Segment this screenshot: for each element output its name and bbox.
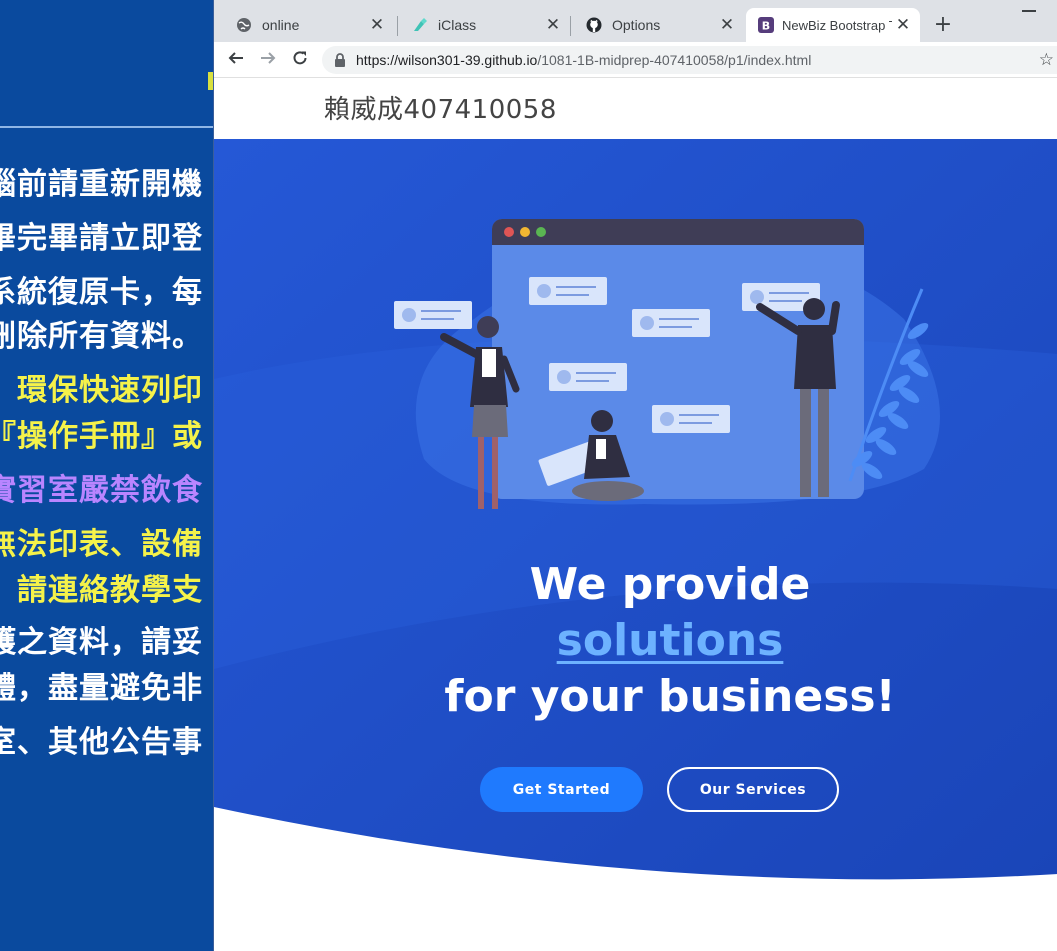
url-text: https://wilson301-39.github.io/1081-1B-m… bbox=[356, 52, 811, 68]
arrow-right-icon bbox=[259, 49, 277, 71]
close-icon[interactable]: ✕ bbox=[542, 15, 564, 35]
bookmark-star-icon[interactable]: ☆ bbox=[1039, 50, 1054, 70]
reload-button[interactable] bbox=[288, 48, 312, 72]
get-started-button[interactable]: Get Started bbox=[480, 767, 643, 812]
tab-newbiz[interactable]: B NewBiz Bootstrap T ✕ bbox=[746, 8, 920, 42]
page-owner-label: 賴威成407410058 bbox=[324, 95, 557, 125]
close-icon[interactable]: ✕ bbox=[366, 15, 388, 35]
hero-section: We provide solutions for your business! … bbox=[214, 139, 1057, 899]
hero-line-1: We provide bbox=[529, 559, 811, 610]
tab-title: Options bbox=[612, 17, 661, 33]
hero-illustration bbox=[394, 219, 940, 509]
web-page: 賴威成407410058 We provide solutions for yo… bbox=[214, 79, 1057, 951]
notice-line: 『操作手冊』或 bbox=[0, 419, 203, 454]
page-header: 賴威成407410058 bbox=[214, 79, 1057, 139]
globe-icon bbox=[236, 17, 252, 33]
iclass-icon bbox=[412, 17, 428, 33]
notice-line: 護之資料，請妥 bbox=[0, 625, 203, 660]
browser-window: online ✕ iClass ✕ Options ✕ B NewBiz Boo… bbox=[213, 0, 1057, 951]
github-icon bbox=[586, 17, 602, 33]
notice-line: 、環保快速列印 bbox=[0, 373, 203, 408]
tab-options[interactable]: Options ✕ bbox=[564, 8, 744, 42]
notice-line: 室、其他公告事 bbox=[0, 725, 203, 760]
notice-line: 無法印表、設備 bbox=[0, 527, 203, 562]
tab-title: NewBiz Bootstrap T bbox=[782, 17, 892, 33]
address-bar[interactable]: https://wilson301-39.github.io/1081-1B-m… bbox=[322, 46, 1057, 74]
desktop-notice-panel: 腦前請重新開機 畢完畢請立即登 系統復原卡，每 刪除所有資料。 、環保快速列印 … bbox=[0, 0, 213, 951]
back-button[interactable] bbox=[224, 48, 248, 72]
new-tab-button[interactable]: + bbox=[930, 12, 956, 38]
forward-button[interactable] bbox=[256, 48, 280, 72]
reload-icon bbox=[291, 49, 309, 71]
our-services-button[interactable]: Our Services bbox=[667, 767, 839, 812]
url-path: /1081-1B-midprep-407410058/p1/index.html bbox=[537, 52, 812, 68]
bootstrap-icon: B bbox=[758, 17, 774, 33]
close-icon[interactable]: ✕ bbox=[716, 15, 738, 35]
browser-toolbar: https://wilson301-39.github.io/1081-1B-m… bbox=[214, 42, 1057, 78]
notice-line: 系統復原卡，每 bbox=[0, 275, 203, 310]
arrow-left-icon bbox=[227, 49, 245, 71]
notice-line: 刪除所有資料。 bbox=[0, 319, 203, 354]
tab-online[interactable]: online ✕ bbox=[214, 8, 394, 42]
tab-iclass[interactable]: iClass ✕ bbox=[390, 8, 570, 42]
notice-line: 體，盡量避免非 bbox=[0, 671, 203, 706]
url-host: https://wilson301-39.github.io bbox=[356, 52, 538, 68]
notice-line: 畢完畢請立即登 bbox=[0, 221, 203, 256]
tab-title: iClass bbox=[438, 17, 477, 33]
notice-line: 腦前請重新開機 bbox=[0, 167, 203, 202]
tab-strip: online ✕ iClass ✕ Options ✕ B NewBiz Boo… bbox=[214, 0, 1057, 42]
svg-text:B: B bbox=[762, 20, 770, 33]
notice-line: ，請連絡教學支 bbox=[0, 573, 203, 608]
notice-divider bbox=[0, 126, 213, 128]
lock-icon bbox=[334, 53, 346, 67]
hero-headline: We provide solutions for your business! bbox=[214, 557, 1057, 725]
notice-line: 實習室嚴禁飲食 bbox=[0, 473, 203, 508]
close-icon[interactable]: ✕ bbox=[892, 15, 914, 35]
hero-solutions-link[interactable]: solutions bbox=[214, 613, 1057, 669]
minimize-icon[interactable] bbox=[1022, 10, 1036, 12]
hero-line-3: for your business! bbox=[444, 671, 896, 722]
tab-title: online bbox=[262, 17, 300, 33]
